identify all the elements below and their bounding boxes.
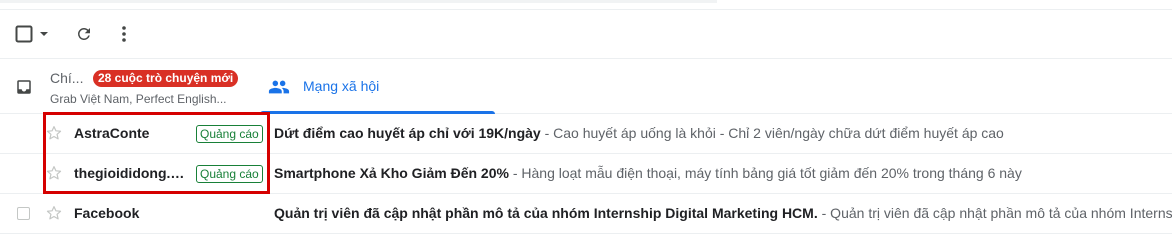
select-dropdown-button[interactable] xyxy=(37,10,51,58)
refresh-button[interactable] xyxy=(72,10,96,58)
checkbox-icon xyxy=(15,25,33,43)
email-list: AstraConte Quảng cáo Dứt điểm cao huyết … xyxy=(0,114,1172,234)
email-preview: Dứt điểm cao huyết áp chỉ với 19K/ngày -… xyxy=(274,125,1004,141)
inbox-icon xyxy=(17,80,31,94)
email-subject: Dứt điểm cao huyết áp chỉ với 19K/ngày xyxy=(274,125,541,141)
tab-social[interactable]: Mạng xã hội xyxy=(260,59,495,114)
email-row-ad-astraconte[interactable]: AstraConte Quảng cáo Dứt điểm cao huyết … xyxy=(0,114,1172,154)
top-scroll-track xyxy=(0,0,717,3)
star-button[interactable] xyxy=(45,124,63,147)
toolbar xyxy=(0,10,1172,58)
row-checkbox[interactable] xyxy=(17,207,30,220)
people-icon xyxy=(268,80,290,94)
new-conversations-badge: 28 cuộc trò chuyện mới xyxy=(93,70,239,87)
email-preview: Smartphone Xả Kho Giảm Đến 20% - Hàng lo… xyxy=(274,165,1022,181)
star-icon xyxy=(46,126,62,140)
email-subject: Smartphone Xả Kho Giảm Đến 20% xyxy=(274,165,509,181)
email-snippet: - Hàng loạt mẫu điện thoại, máy tính bản… xyxy=(508,165,1022,181)
chevron-down-icon xyxy=(40,32,48,36)
email-subject: Quản trị viên đã cập nhật phần mô tả của… xyxy=(274,205,818,221)
more-options-button[interactable] xyxy=(112,10,136,58)
tab-social-label: Mạng xã hội xyxy=(303,78,380,94)
star-icon xyxy=(46,166,62,180)
email-snippet: - Cao huyết áp uống là khỏi - Chỉ 2 viên… xyxy=(540,125,1004,141)
email-row-ad-thegioididong[interactable]: thegioididong.c... Quảng cáo Smartphone … xyxy=(0,154,1172,194)
email-snippet: - Quản trị viên đã cập nhật phần mô tả c… xyxy=(821,205,1172,221)
star-button[interactable] xyxy=(45,164,63,187)
tab-primary-label: Chí... xyxy=(50,70,84,86)
star-button[interactable] xyxy=(45,204,63,227)
tab-primary[interactable]: Chí... 28 cuộc trò chuyện mới Grab Việt … xyxy=(0,59,260,113)
email-row-facebook[interactable]: Facebook Quản trị viên đã cập nhật phần … xyxy=(0,194,1172,234)
sender-name: AstraConte xyxy=(74,125,150,141)
ad-badge: Quảng cáo xyxy=(196,125,263,143)
refresh-icon xyxy=(77,27,90,40)
star-icon xyxy=(46,206,62,220)
category-tabs: Chí... 28 cuộc trò chuyện mới Grab Việt … xyxy=(0,58,1172,114)
ad-badge: Quảng cáo xyxy=(196,165,263,183)
email-preview: Quản trị viên đã cập nhật phần mô tả của… xyxy=(274,205,1172,221)
select-all-checkbox[interactable] xyxy=(12,10,36,58)
sender-name: Facebook xyxy=(74,205,140,221)
sender-name: thegioididong.c... xyxy=(74,165,189,181)
more-vert-icon xyxy=(122,26,126,42)
tab-primary-senders: Grab Việt Nam, Perfect English... xyxy=(50,92,227,106)
